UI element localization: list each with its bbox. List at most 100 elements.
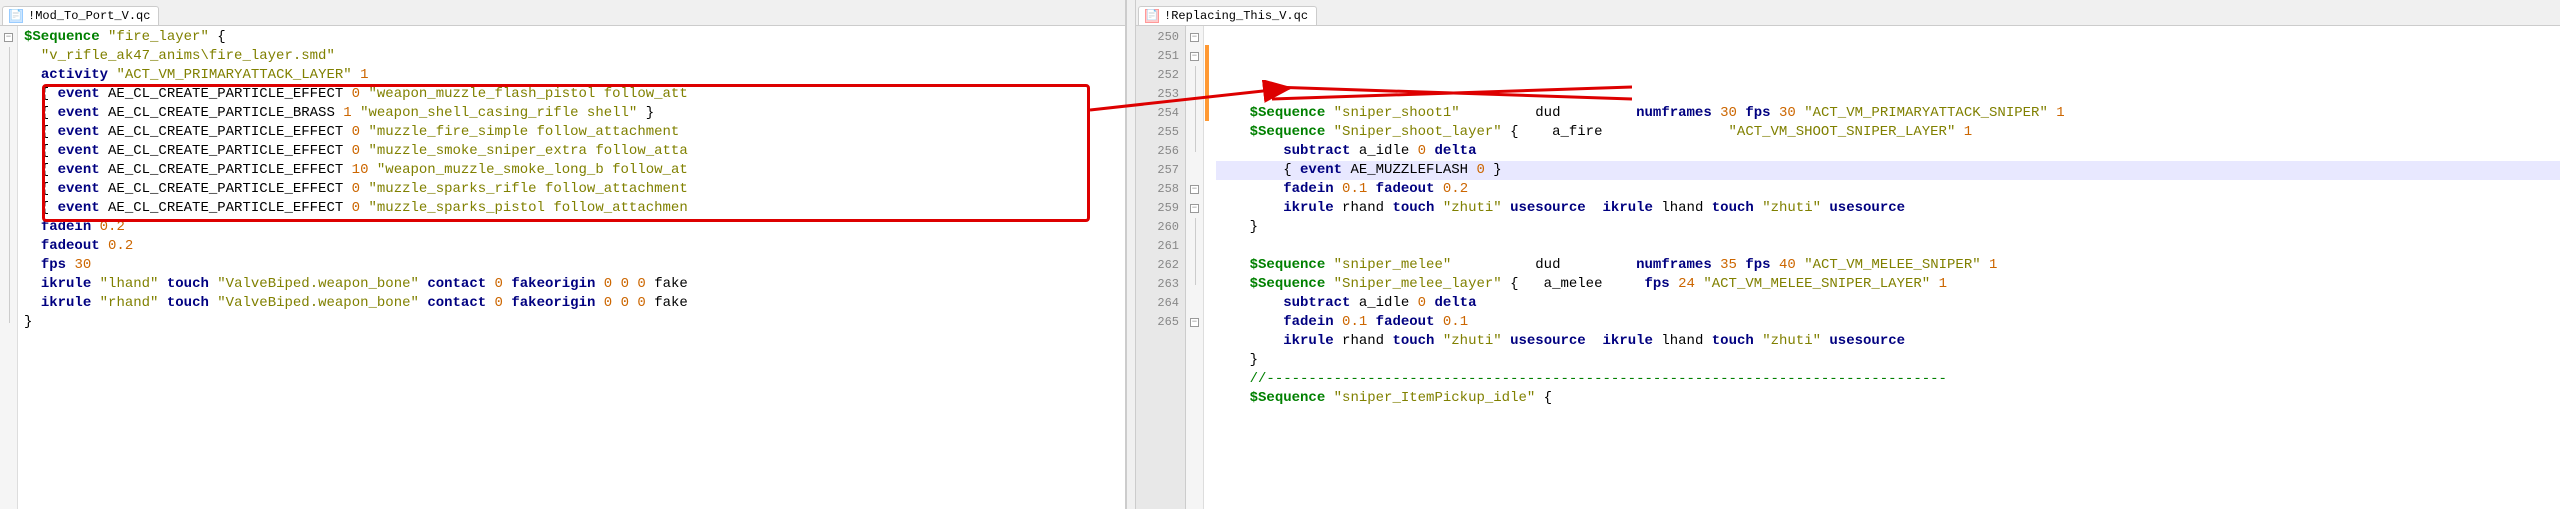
fold-marker[interactable] <box>1186 237 1203 256</box>
code-line[interactable]: { event AE_CL_CREATE_PARTICLE_EFFECT 0 "… <box>24 142 1125 161</box>
line-number[interactable]: 263 <box>1136 275 1185 294</box>
fold-marker[interactable] <box>0 180 17 199</box>
file-modified-icon: 📄 <box>1145 9 1159 23</box>
splitter[interactable] <box>1126 0 1136 509</box>
fold-marker[interactable]: − <box>1186 313 1203 332</box>
left-code-area[interactable]: $Sequence "fire_layer" { "v_rifle_ak47_a… <box>18 26 1125 509</box>
line-number[interactable]: 253 <box>1136 85 1185 104</box>
fold-marker[interactable] <box>0 218 17 237</box>
line-number[interactable]: 251 <box>1136 47 1185 66</box>
code-line[interactable]: { event AE_CL_CREATE_PARTICLE_EFFECT 0 "… <box>24 85 1125 104</box>
code-line[interactable]: ikrule "lhand" touch "ValveBiped.weapon_… <box>24 275 1125 294</box>
left-fold-gutter[interactable]: − <box>0 26 18 509</box>
fold-marker[interactable] <box>1186 161 1203 180</box>
code-line[interactable]: fadein 0.2 <box>24 218 1125 237</box>
code-line[interactable] <box>1216 237 2560 256</box>
code-line[interactable]: fps 30 <box>24 256 1125 275</box>
right-editor[interactable]: 2502512522532542552562572582592602612622… <box>1136 26 2560 509</box>
line-number[interactable]: 254 <box>1136 104 1185 123</box>
change-marker <box>1205 273 1209 292</box>
fold-marker[interactable]: − <box>1186 199 1203 218</box>
right-fold-gutter[interactable]: −−−−− <box>1186 26 1204 509</box>
line-number[interactable]: 257 <box>1136 161 1185 180</box>
line-number[interactable]: 265 <box>1136 313 1185 332</box>
fold-marker[interactable]: − <box>0 28 17 47</box>
line-number[interactable]: 259 <box>1136 199 1185 218</box>
code-line[interactable]: ikrule rhand touch "zhuti" usesource ikr… <box>1216 199 2560 218</box>
fold-marker[interactable] <box>0 123 17 142</box>
code-line[interactable]: { event AE_CL_CREATE_PARTICLE_EFFECT 10 … <box>24 161 1125 180</box>
code-line[interactable]: fadeout 0.2 <box>24 237 1125 256</box>
fold-marker[interactable] <box>1186 256 1203 275</box>
line-number[interactable]: 252 <box>1136 66 1185 85</box>
line-number[interactable]: 260 <box>1136 218 1185 237</box>
fold-marker[interactable] <box>0 237 17 256</box>
fold-marker[interactable] <box>0 142 17 161</box>
left-file-tab[interactable]: 📄 !Mod_To_Port_V.qc <box>2 6 159 25</box>
right-editor-pane: 📄 !Replacing_This_V.qc 25025125225325425… <box>1136 0 2560 509</box>
code-line[interactable]: fadein 0.1 fadeout 0.2 <box>1216 180 2560 199</box>
fold-marker[interactable] <box>1186 123 1203 142</box>
fold-marker[interactable] <box>0 275 17 294</box>
code-line[interactable]: fadein 0.1 fadeout 0.1 <box>1216 313 2560 332</box>
code-line[interactable]: ikrule "rhand" touch "ValveBiped.weapon_… <box>24 294 1125 313</box>
line-number[interactable]: 255 <box>1136 123 1185 142</box>
fold-marker[interactable]: − <box>1186 47 1203 66</box>
code-line[interactable]: "v_rifle_ak47_anims\fire_layer.smd" <box>24 47 1125 66</box>
left-editor[interactable]: − $Sequence "fire_layer" { "v_rifle_ak47… <box>0 26 1125 509</box>
fold-marker[interactable] <box>0 313 17 332</box>
change-marker <box>1205 83 1209 102</box>
fold-marker[interactable] <box>1186 85 1203 104</box>
right-file-tab[interactable]: 📄 !Replacing_This_V.qc <box>1138 6 1317 25</box>
change-marker <box>1205 311 1209 330</box>
right-code-area[interactable]: $Sequence "sniper_shoot1" dud numframes … <box>1210 26 2560 509</box>
fold-marker[interactable] <box>1186 218 1203 237</box>
fold-marker[interactable] <box>1186 104 1203 123</box>
fold-marker[interactable] <box>1186 142 1203 161</box>
line-number[interactable]: 261 <box>1136 237 1185 256</box>
code-line[interactable]: ikrule rhand touch "zhuti" usesource ikr… <box>1216 332 2560 351</box>
tab-filename: !Replacing_This_V.qc <box>1164 9 1308 23</box>
fold-marker[interactable] <box>1186 275 1203 294</box>
fold-marker[interactable] <box>1186 294 1203 313</box>
change-marker <box>1205 216 1209 235</box>
code-line[interactable]: { event AE_CL_CREATE_PARTICLE_EFFECT 0 "… <box>24 180 1125 199</box>
change-marker <box>1205 64 1209 83</box>
fold-marker[interactable] <box>0 104 17 123</box>
fold-marker[interactable] <box>0 161 17 180</box>
fold-marker[interactable]: − <box>1186 180 1203 199</box>
fold-marker[interactable] <box>0 85 17 104</box>
line-number[interactable]: 250 <box>1136 28 1185 47</box>
fold-marker[interactable] <box>0 294 17 313</box>
code-line[interactable]: subtract a_idle 0 delta <box>1216 294 2560 313</box>
fold-marker[interactable] <box>1186 66 1203 85</box>
code-line[interactable]: } <box>24 313 1125 332</box>
code-line[interactable]: $Sequence "sniper_shoot1" dud numframes … <box>1216 104 2560 123</box>
code-line[interactable]: { event AE_CL_CREATE_PARTICLE_BRASS 1 "w… <box>24 104 1125 123</box>
fold-marker[interactable] <box>0 256 17 275</box>
code-line[interactable]: $Sequence "Sniper_melee_layer" { a_melee… <box>1216 275 2560 294</box>
code-line[interactable]: //--------------------------------------… <box>1216 370 2560 389</box>
tab-filename: !Mod_To_Port_V.qc <box>28 9 150 23</box>
code-line[interactable]: } <box>1216 351 2560 370</box>
right-line-gutter[interactable]: 2502512522532542552562572582592602612622… <box>1136 26 1186 509</box>
code-line[interactable]: $Sequence "sniper_melee" dud numframes 3… <box>1216 256 2560 275</box>
code-line[interactable]: subtract a_idle 0 delta <box>1216 142 2560 161</box>
code-line[interactable]: $Sequence "sniper_ItemPickup_idle" { <box>1216 389 2560 408</box>
code-line[interactable]: $Sequence "Sniper_shoot_layer" { a_fire … <box>1216 123 2560 142</box>
code-line[interactable]: $Sequence "fire_layer" { <box>24 28 1125 47</box>
code-line[interactable]: { event AE_MUZZLEFLASH 0 } <box>1216 161 2560 180</box>
code-line[interactable]: } <box>1216 218 2560 237</box>
code-line[interactable]: { event AE_CL_CREATE_PARTICLE_EFFECT 0 "… <box>24 199 1125 218</box>
line-number[interactable]: 262 <box>1136 256 1185 275</box>
code-line[interactable]: activity "ACT_VM_PRIMARYATTACK_LAYER" 1 <box>24 66 1125 85</box>
line-number[interactable]: 256 <box>1136 142 1185 161</box>
fold-marker[interactable]: − <box>1186 28 1203 47</box>
code-line[interactable]: { event AE_CL_CREATE_PARTICLE_EFFECT 0 "… <box>24 123 1125 142</box>
fold-marker[interactable] <box>0 66 17 85</box>
line-number[interactable]: 264 <box>1136 294 1185 313</box>
left-tab-bar: 📄 !Mod_To_Port_V.qc <box>0 0 1125 26</box>
line-number[interactable]: 258 <box>1136 180 1185 199</box>
fold-marker[interactable] <box>0 47 17 66</box>
fold-marker[interactable] <box>0 199 17 218</box>
